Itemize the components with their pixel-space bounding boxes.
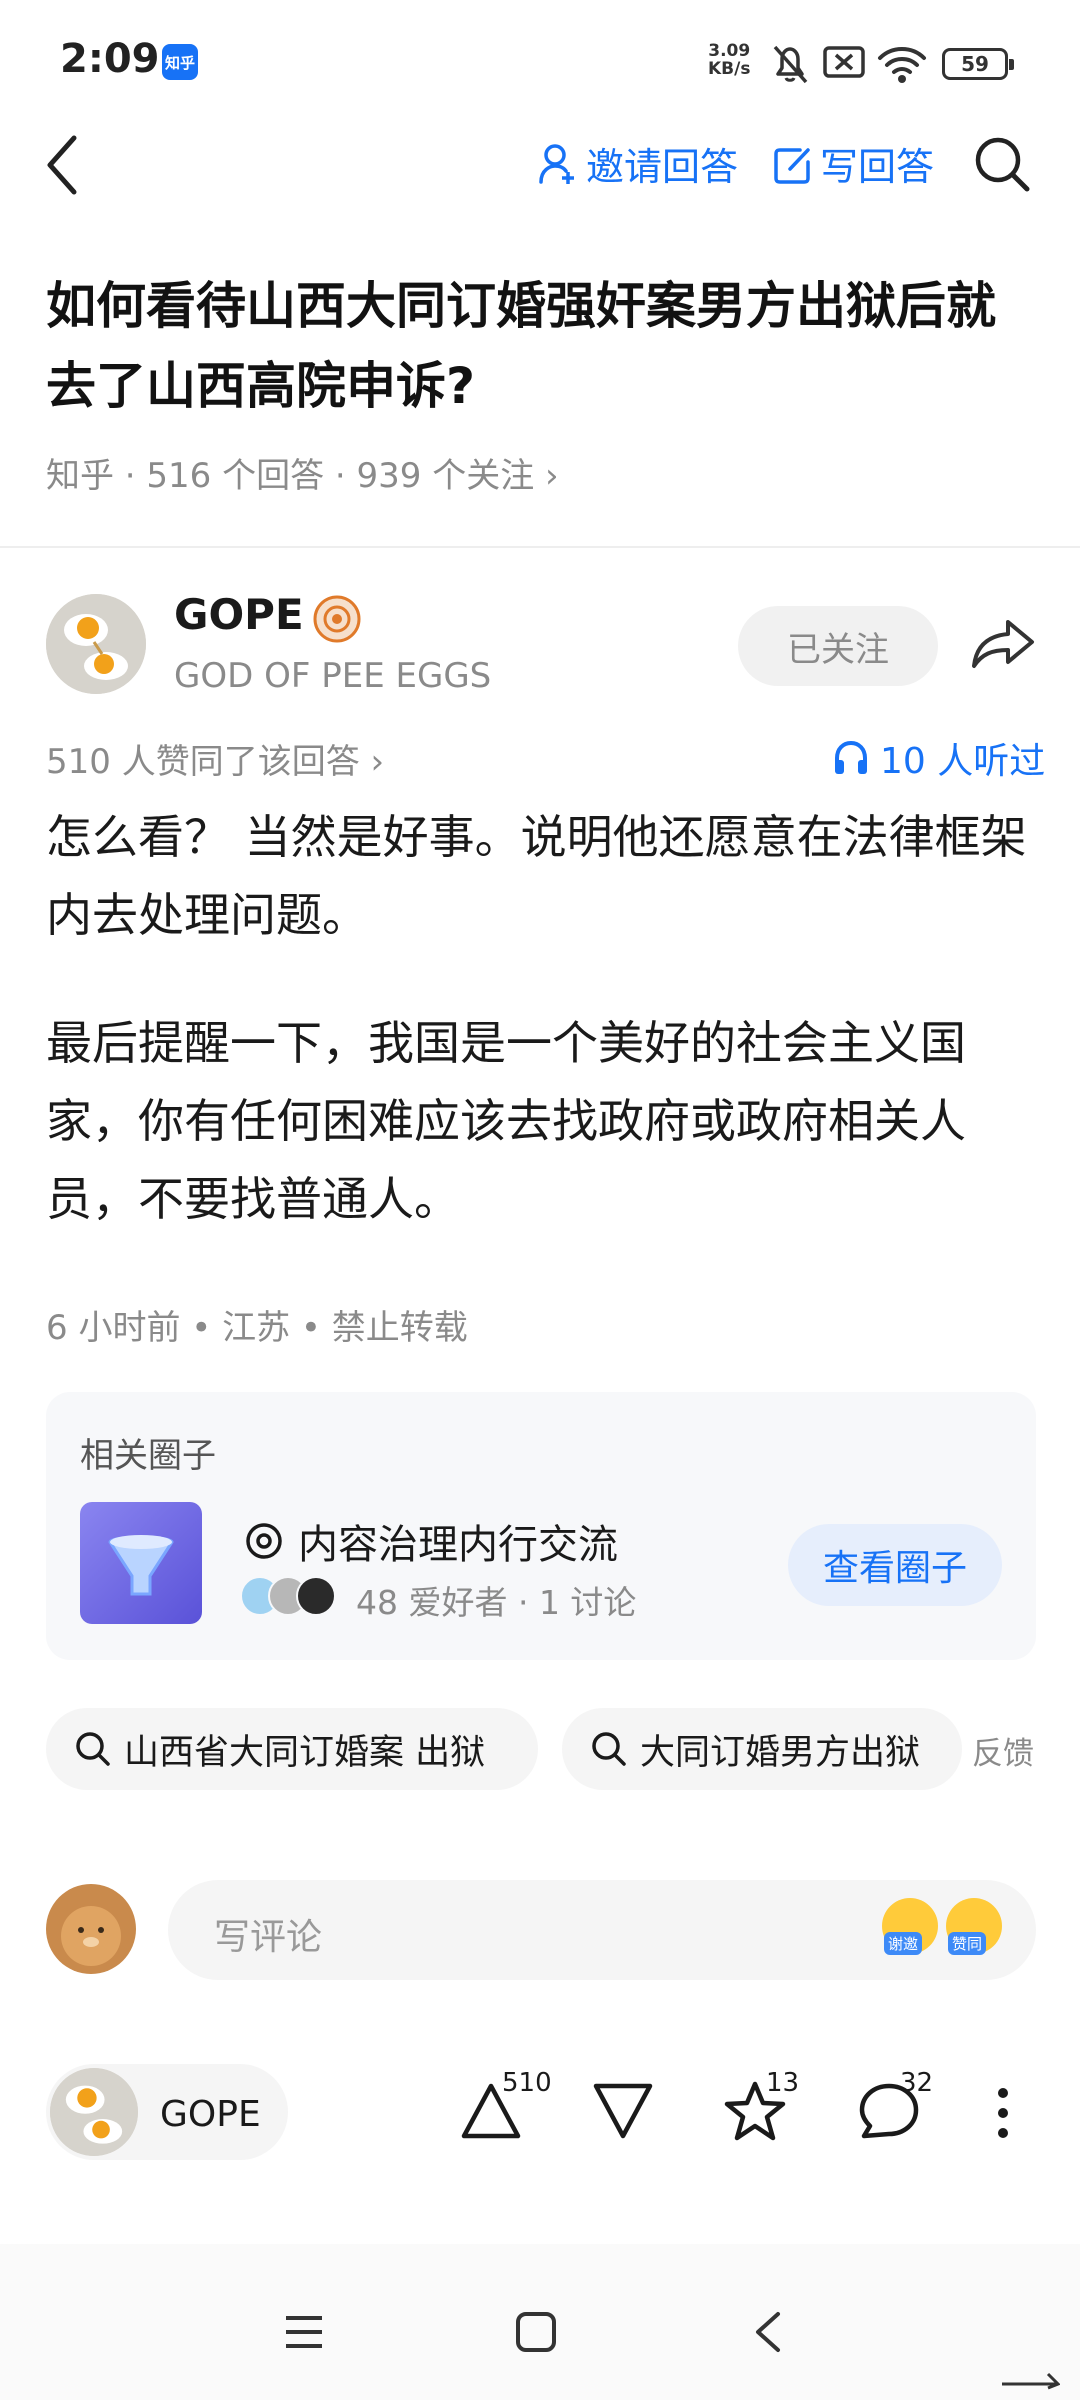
comment-count: 32 bbox=[900, 2068, 934, 2098]
search-icon[interactable] bbox=[972, 134, 1032, 194]
emoji-tag: 谢邀 bbox=[884, 1932, 923, 1955]
circle-thumbnail[interactable] bbox=[80, 1502, 202, 1624]
edit-icon bbox=[774, 147, 810, 184]
invite-answer-button[interactable]: 邀请回答 bbox=[538, 136, 738, 191]
funnel-icon bbox=[108, 1535, 174, 1596]
author-pill-name: GOPE bbox=[160, 2094, 261, 2135]
write-answer-button[interactable]: 写回答 bbox=[772, 136, 934, 191]
divider bbox=[0, 546, 1080, 548]
answer-paragraph: 怎么看？ 当然是好事。说明他还愿意在法律框架内去处理问题。 bbox=[46, 810, 1027, 942]
sim-blocked-icon bbox=[823, 46, 865, 78]
wifi-icon bbox=[878, 47, 926, 83]
related-circle-heading: 相关圈子 bbox=[80, 1436, 216, 1476]
follow-button[interactable]: 已关注 bbox=[738, 606, 938, 686]
network-speed-value: 3.09 bbox=[708, 41, 751, 61]
egg-avatar-image bbox=[46, 594, 146, 694]
verified-badge-icon bbox=[313, 595, 361, 643]
circle-stats: 48 爱好者 · 1 讨论 bbox=[356, 1583, 637, 1622]
answer-meta: 6 小时前 • 江苏 • 禁止转载 bbox=[46, 1308, 468, 1348]
circle-name[interactable]: 内容治理内行交流 bbox=[244, 1512, 618, 1570]
current-user-avatar[interactable] bbox=[46, 1884, 136, 1974]
search-icon bbox=[592, 1732, 626, 1766]
listen-count-button[interactable]: 10 人听过 bbox=[832, 732, 1045, 784]
author-bio: GOD OF PEE EGGS bbox=[174, 656, 492, 696]
emoji-tag: 赞同 bbox=[948, 1932, 987, 1955]
system-corner-icon bbox=[1002, 2372, 1060, 2390]
network-speed-unit: KB/s bbox=[708, 59, 751, 79]
egg-avatar-image bbox=[50, 2068, 138, 2156]
feedback-link[interactable]: 反馈 bbox=[972, 1728, 1034, 1773]
search-icon bbox=[76, 1732, 110, 1766]
search-suggestion-chip[interactable]: 山西省大同订婚案 出狱 bbox=[46, 1708, 538, 1790]
invite-answer-label: 邀请回答 bbox=[586, 145, 739, 189]
headphones-icon bbox=[835, 740, 867, 774]
network-speed: 3.09 KB/s bbox=[708, 42, 750, 78]
circle-name-label: 内容治理内行交流 bbox=[298, 1522, 618, 1568]
recent-apps-icon[interactable] bbox=[282, 2312, 326, 2352]
status-time: 2:09 bbox=[60, 36, 160, 82]
search-suggestion-label: 山西省大同订婚案 出狱 bbox=[124, 1732, 486, 1773]
bear-avatar-image bbox=[61, 1906, 121, 1966]
answer-paragraph: 最后提醒一下，我国是一个美好的社会主义国家，你有任何困难应该去找政府或政府相关人… bbox=[46, 1016, 966, 1226]
question-meta[interactable]: 知乎 · 516 个回答 · 939 个关注 › bbox=[46, 448, 559, 497]
votes-summary[interactable]: 510 人赞同了该回答 › bbox=[46, 734, 384, 783]
more-menu-icon[interactable] bbox=[990, 2086, 1016, 2140]
upvote-count: 510 bbox=[502, 2068, 552, 2098]
system-back-icon[interactable] bbox=[750, 2308, 786, 2356]
author-avatar[interactable] bbox=[46, 594, 146, 694]
bell-muted-icon bbox=[773, 45, 808, 84]
member-avatar bbox=[296, 1576, 336, 1616]
share-icon[interactable] bbox=[970, 616, 1036, 672]
comment-placeholder: 写评论 bbox=[214, 1917, 323, 1958]
favorite-count: 13 bbox=[766, 2068, 800, 2098]
back-arrow-icon[interactable] bbox=[40, 130, 84, 200]
person-add-icon bbox=[539, 143, 574, 184]
view-circle-button[interactable]: 查看圈子 bbox=[788, 1524, 1002, 1606]
search-suggestion-chip[interactable]: 大同订婚男方出狱 bbox=[562, 1708, 962, 1790]
write-answer-label: 写回答 bbox=[820, 145, 935, 189]
listen-count-label: 10 人听过 bbox=[880, 741, 1046, 782]
author-avatar-small bbox=[50, 2068, 138, 2156]
question-title[interactable]: 如何看待山西大同订婚强奸案男方出狱后就去了山西高院申诉? bbox=[46, 266, 1036, 426]
zhihu-app-badge: 知乎 bbox=[162, 44, 198, 80]
search-suggestion-label: 大同订婚男方出狱 bbox=[640, 1732, 921, 1773]
home-icon[interactable] bbox=[514, 2310, 558, 2354]
downvote-icon[interactable] bbox=[590, 2080, 656, 2142]
battery-indicator: 59 bbox=[942, 48, 1014, 80]
author-name[interactable]: GOPE bbox=[174, 590, 304, 639]
circle-target-icon bbox=[246, 1523, 282, 1559]
